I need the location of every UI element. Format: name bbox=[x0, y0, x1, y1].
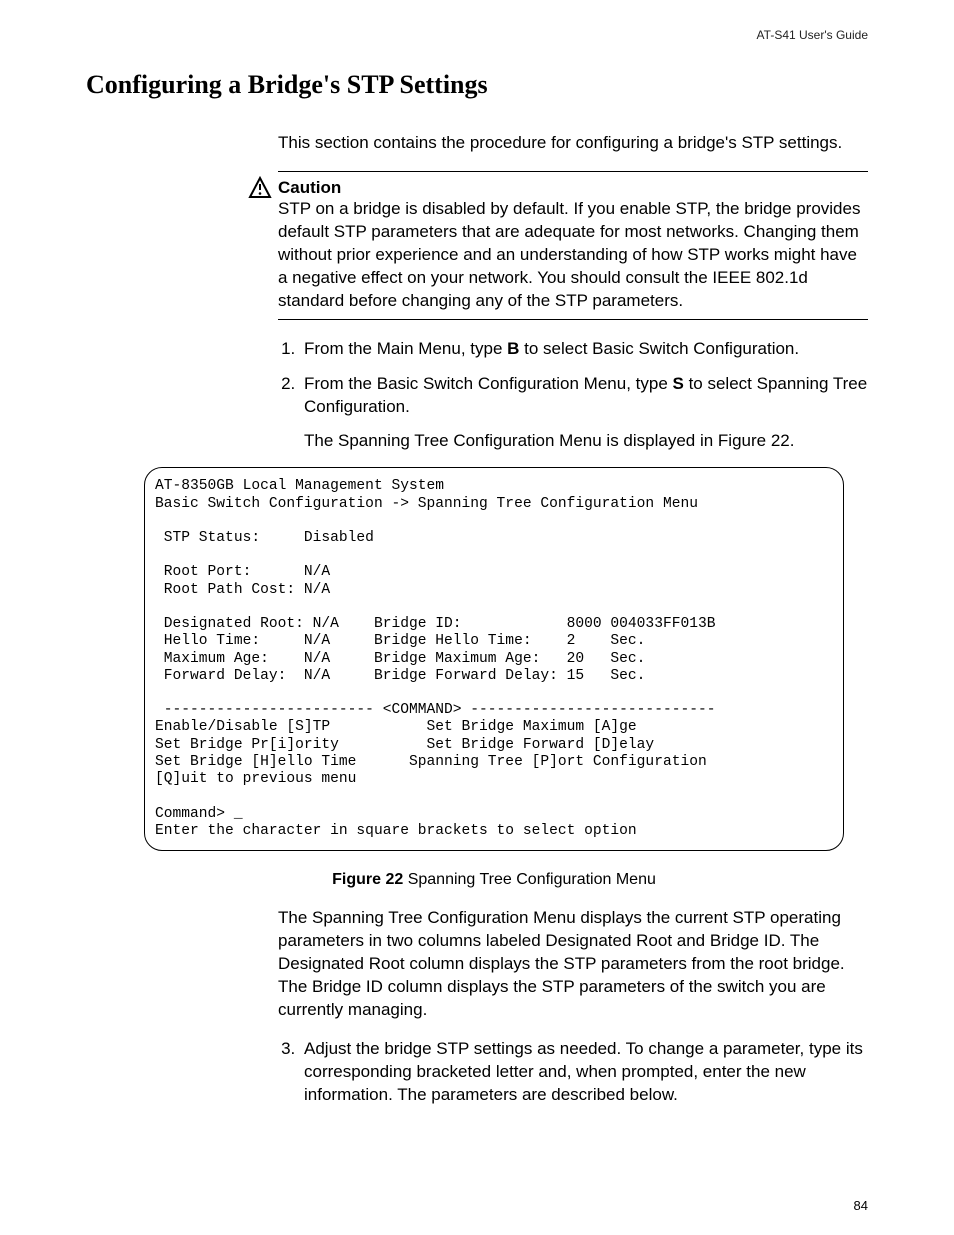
step-1-pre: From the Main Menu, type bbox=[304, 339, 507, 358]
step-3: Adjust the bridge STP settings as needed… bbox=[300, 1038, 868, 1107]
after-figure-block: The Spanning Tree Configuration Menu dis… bbox=[278, 907, 868, 1107]
intro-paragraph: This section contains the procedure for … bbox=[278, 132, 868, 155]
step-2-tail: The Spanning Tree Configuration Menu is … bbox=[304, 430, 868, 453]
step-1-key: B bbox=[507, 339, 519, 358]
terminal-screenshot: AT-8350GB Local Management System Basic … bbox=[144, 467, 844, 851]
step-1: From the Main Menu, type B to select Bas… bbox=[300, 338, 868, 361]
after-figure-paragraph: The Spanning Tree Configuration Menu dis… bbox=[278, 907, 868, 1022]
step-1-post: to select Basic Switch Configuration. bbox=[519, 339, 799, 358]
figure-number: Figure 22 bbox=[332, 871, 403, 888]
step-2-key: S bbox=[673, 374, 684, 393]
running-header: AT-S41 User's Guide bbox=[86, 28, 868, 42]
caution-text: STP on a bridge is disabled by default. … bbox=[278, 199, 860, 310]
figure-title: Spanning Tree Configuration Menu bbox=[403, 871, 656, 888]
caution-box: Caution STP on a bridge is disabled by d… bbox=[278, 171, 868, 320]
section-title: Configuring a Bridge's STP Settings bbox=[86, 70, 868, 100]
step-2: From the Basic Switch Configuration Menu… bbox=[300, 373, 868, 454]
figure-caption: Figure 22 Spanning Tree Configuration Me… bbox=[144, 871, 844, 889]
step-list-2: Adjust the bridge STP settings as needed… bbox=[278, 1038, 868, 1107]
step-3-text: Adjust the bridge STP settings as needed… bbox=[304, 1039, 863, 1104]
caution-label: Caution bbox=[278, 178, 341, 197]
page: AT-S41 User's Guide Configuring a Bridge… bbox=[0, 0, 954, 1235]
intro-block: This section contains the procedure for … bbox=[278, 132, 868, 453]
caution-icon bbox=[248, 176, 272, 200]
figure-22: AT-8350GB Local Management System Basic … bbox=[144, 467, 844, 889]
page-number: 84 bbox=[854, 1198, 868, 1213]
step-2-pre: From the Basic Switch Configuration Menu… bbox=[304, 374, 673, 393]
step-list-1: From the Main Menu, type B to select Bas… bbox=[278, 338, 868, 454]
